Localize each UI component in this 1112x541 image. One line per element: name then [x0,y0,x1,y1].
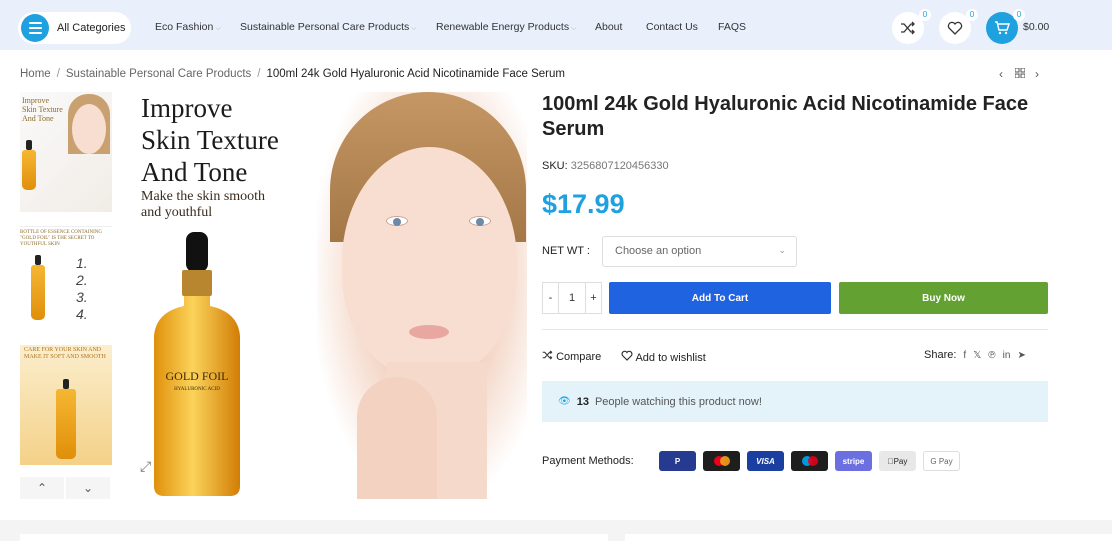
paypal-icon: P [659,451,696,471]
buy-now-button[interactable]: Buy Now [839,282,1048,314]
quantity-stepper: - 1 + [542,282,602,314]
thumbnail-up-button[interactable]: ⌃ [20,477,64,499]
thumb3-text: CARE FOR YOUR SKIN AND MAKE IT SOFT AND S… [24,347,106,360]
thumb2-caption: BOTTLE OF ESSENCE CONTAINING "GOLD FOIL"… [20,230,102,247]
compare-link[interactable]: Compare [542,350,601,363]
thumbnail-down-button[interactable]: ⌄ [66,477,110,499]
image-subline: Make the skin smooth and youthful [141,189,266,220]
all-categories-label: All Categories [57,22,126,34]
heart-icon [621,350,633,361]
share-label: Share: [924,349,957,361]
stripe-icon: stripe [835,451,872,471]
compare-header-button[interactable]: 0 [892,9,931,44]
main-product-image[interactable]: Improve Skin Texture And Tone Make the s… [132,92,527,499]
top-header: All Categories Eco Fashion ⌵ Sustainable … [0,0,1112,50]
payment-methods-label: Payment Methods: [542,455,634,467]
compare-count-badge: 0 [919,9,931,21]
thumbnail-list: Improve Skin Texture And Tone BOTTLE OF ES… [20,92,112,479]
sku: SKU: 3256807120456330 [542,160,669,172]
chevron-down-icon: ⌵ [571,25,577,32]
apple-pay-icon: Pay [879,451,916,471]
wishlist-header-button[interactable]: 0 [939,9,978,44]
quantity-input[interactable]: 1 [559,283,585,313]
prev-product-icon[interactable]: ‹ [999,67,1003,81]
chevron-down-icon: ⌵ [215,25,221,32]
cart-total[interactable]: $0.00 [1023,21,1049,33]
breadcrumb: Home / Sustainable Personal Care Products /… [20,68,565,80]
footer-card-right [625,534,1112,541]
nav-contact-us[interactable]: Contact Us [646,21,698,33]
option-label: NET WT : [542,245,590,257]
chevron-down-icon: ⌄ [778,245,786,255]
nav-eco-fashion[interactable]: Eco Fashion ⌵ [155,21,221,33]
footer-card-left [20,534,608,541]
shuffle-icon [901,21,915,35]
image-headline: Improve Skin Texture And Tone [141,93,279,187]
linkedin-icon[interactable]: in [1003,350,1011,361]
select-placeholder: Choose an option [615,245,702,257]
quantity-minus-button[interactable]: - [543,283,559,313]
watching-count: 13 [576,395,589,408]
divider [542,329,1048,330]
cart-count-badge: 0 [1013,9,1025,21]
wishlist-link[interactable]: Add to wishlist [621,350,706,364]
visa-icon: VISA [747,451,784,471]
model-eye-left [386,216,408,226]
breadcrumb-current: 100ml 24k Gold Hyaluronic Acid Nicotinam… [266,68,565,80]
nav-renewable-energy[interactable]: Renewable Energy Products ⌵ [436,21,576,33]
sku-value: 3256807120456330 [570,160,669,172]
breadcrumb-category[interactable]: Sustainable Personal Care Products [66,68,251,80]
quantity-plus-button[interactable]: + [585,283,601,313]
wishlist-count-badge: 0 [966,9,978,21]
shuffle-icon [542,350,553,360]
telegram-icon[interactable]: ➤ [1017,350,1025,361]
share-row: Share: f 𝕏 ℗ in ➤ [924,349,1026,361]
model-eye-right [469,216,491,226]
mastercard-icon [703,451,740,471]
thumbnail-2[interactable]: BOTTLE OF ESSENCE CONTAINING "GOLD FOIL"… [20,226,112,331]
cart-icon [995,21,1010,35]
bottle-sublabel: HYALURONIC ACID [174,387,220,392]
add-to-cart-button[interactable]: Add To Cart [609,282,831,314]
google-pay-icon: G Pay [923,451,960,471]
model-face [342,147,517,377]
next-product-icon[interactable]: › [1035,67,1039,81]
breadcrumb-home[interactable]: Home [20,68,51,80]
price: $17.99 [542,189,625,219]
cart-header-button[interactable]: 0 [986,9,1025,44]
thumb1-text: Improve Skin Texture And Tone [22,96,63,124]
menu-icon [21,14,49,42]
x-icon[interactable]: 𝕏 [973,350,981,361]
nav-faqs[interactable]: FAQS [718,21,746,33]
all-categories-button[interactable]: All Categories [18,12,131,44]
facebook-icon[interactable]: f [963,350,966,361]
bottle-label: GOLD FOIL [166,369,229,383]
pinterest-icon[interactable]: ℗ [988,350,995,361]
product-title: 100ml 24k Gold Hyaluronic Acid Nicotinam… [542,93,1029,140]
watching-text: People watching this product now! [594,395,762,408]
watching-notice: 👁 13 People watching this product now! [542,381,1048,422]
nav-sustainable-personal-care[interactable]: Sustainable Personal Care Products ⌵ [240,21,417,33]
thumbnail-1[interactable]: Improve Skin Texture And Tone [20,92,112,212]
nav-about[interactable]: About [595,21,622,33]
maestro-icon [791,451,828,471]
chevron-down-icon: ⌵ [411,25,417,32]
grid-icon[interactable] [1014,67,1026,81]
thumbnail-nav: ⌃ ⌄ [20,477,112,499]
net-wt-select[interactable]: Choose an option ⌄ [602,236,797,267]
serum-bottle: GOLD FOIL HYALURONIC ACID [154,232,240,496]
thumbnail-3[interactable]: CARE FOR YOUR SKIN AND MAKE IT SOFT AND S… [20,345,112,465]
model-hand [357,377,437,499]
zoom-icon[interactable]: ⤢ [140,458,151,475]
eye-icon: 👁 [558,396,571,407]
model-lips [409,325,449,339]
heart-icon [947,21,963,35]
